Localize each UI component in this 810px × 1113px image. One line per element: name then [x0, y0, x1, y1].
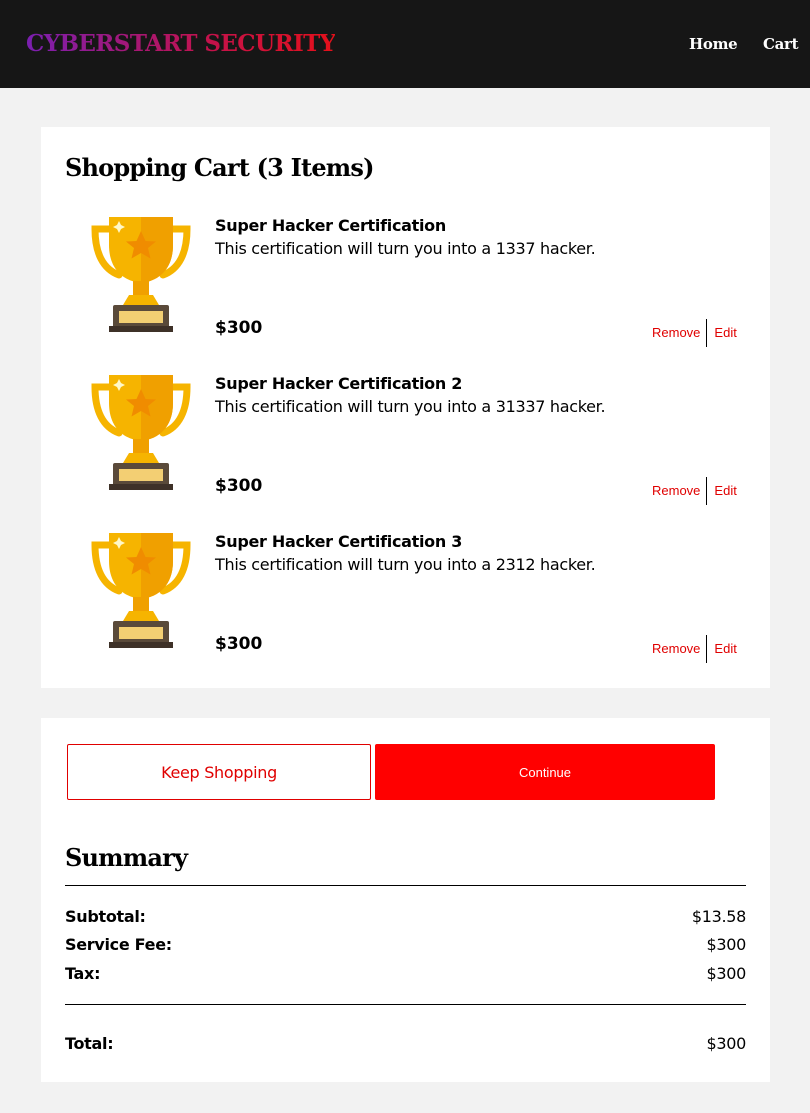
top-navbar: CYBERSTART SECURITY Home Cart [0, 0, 810, 88]
trophy-icon [91, 533, 191, 648]
item-description: This certification will turn you into a … [215, 239, 596, 258]
tax-label: Tax: [65, 964, 101, 983]
remove-button[interactable]: Remove [652, 325, 700, 341]
keep-shopping-button[interactable]: Keep Shopping [67, 744, 371, 800]
item-actions: Remove Edit [652, 477, 737, 505]
item-name[interactable]: Super Hacker Certification [215, 215, 446, 237]
item-price: $300 [215, 318, 263, 338]
item-description: This certification will turn you into a … [215, 397, 606, 416]
service-fee-value: $300 [706, 935, 746, 954]
item-name[interactable]: Super Hacker Certification 3 [215, 531, 462, 553]
nav-cart-link[interactable]: Cart [763, 34, 799, 54]
brand-logo[interactable]: CYBERSTART SECURITY [26, 28, 336, 60]
item-actions: Remove Edit [652, 319, 737, 347]
subtotal-row: Subtotal: $13.58 [65, 906, 746, 928]
edit-button[interactable]: Edit [714, 325, 736, 341]
service-fee-row: Service Fee: $300 [65, 934, 746, 956]
action-divider [706, 635, 708, 663]
item-price: $300 [215, 634, 263, 654]
item-actions: Remove Edit [652, 635, 737, 663]
cart-item: Super Hacker Certification This certific… [41, 215, 770, 365]
nav-home-link[interactable]: Home [689, 34, 738, 54]
edit-button[interactable]: Edit [714, 641, 736, 657]
cart-item: Super Hacker Certification 3 This certif… [41, 531, 770, 681]
subtotal-label: Subtotal: [65, 907, 146, 926]
summary-title: Summary [65, 843, 188, 872]
continue-button[interactable]: Continue [375, 744, 715, 800]
summary-panel: Keep Shopping Continue Summary Subtotal:… [41, 718, 770, 1082]
action-divider [706, 477, 708, 505]
remove-button[interactable]: Remove [652, 641, 700, 657]
summary-divider [65, 885, 746, 886]
tax-row: Tax: $300 [65, 963, 746, 985]
total-row: Total: $300 [65, 1033, 746, 1055]
item-price: $300 [215, 476, 263, 496]
cart-panel: Shopping Cart (3 Items) Super Hacker Cer… [41, 127, 770, 688]
total-label: Total: [65, 1034, 114, 1053]
cart-title: Shopping Cart (3 Items) [65, 153, 374, 182]
trophy-icon [91, 375, 191, 490]
total-divider [65, 1004, 746, 1005]
cart-item: Super Hacker Certification 2 This certif… [41, 373, 770, 523]
tax-value: $300 [706, 964, 746, 983]
service-fee-label: Service Fee: [65, 935, 172, 954]
item-description: This certification will turn you into a … [215, 555, 596, 574]
total-value: $300 [706, 1034, 746, 1053]
trophy-icon [91, 217, 191, 332]
remove-button[interactable]: Remove [652, 483, 700, 499]
edit-button[interactable]: Edit [714, 483, 736, 499]
item-name[interactable]: Super Hacker Certification 2 [215, 373, 462, 395]
subtotal-value: $13.58 [691, 907, 746, 926]
action-divider [706, 319, 708, 347]
